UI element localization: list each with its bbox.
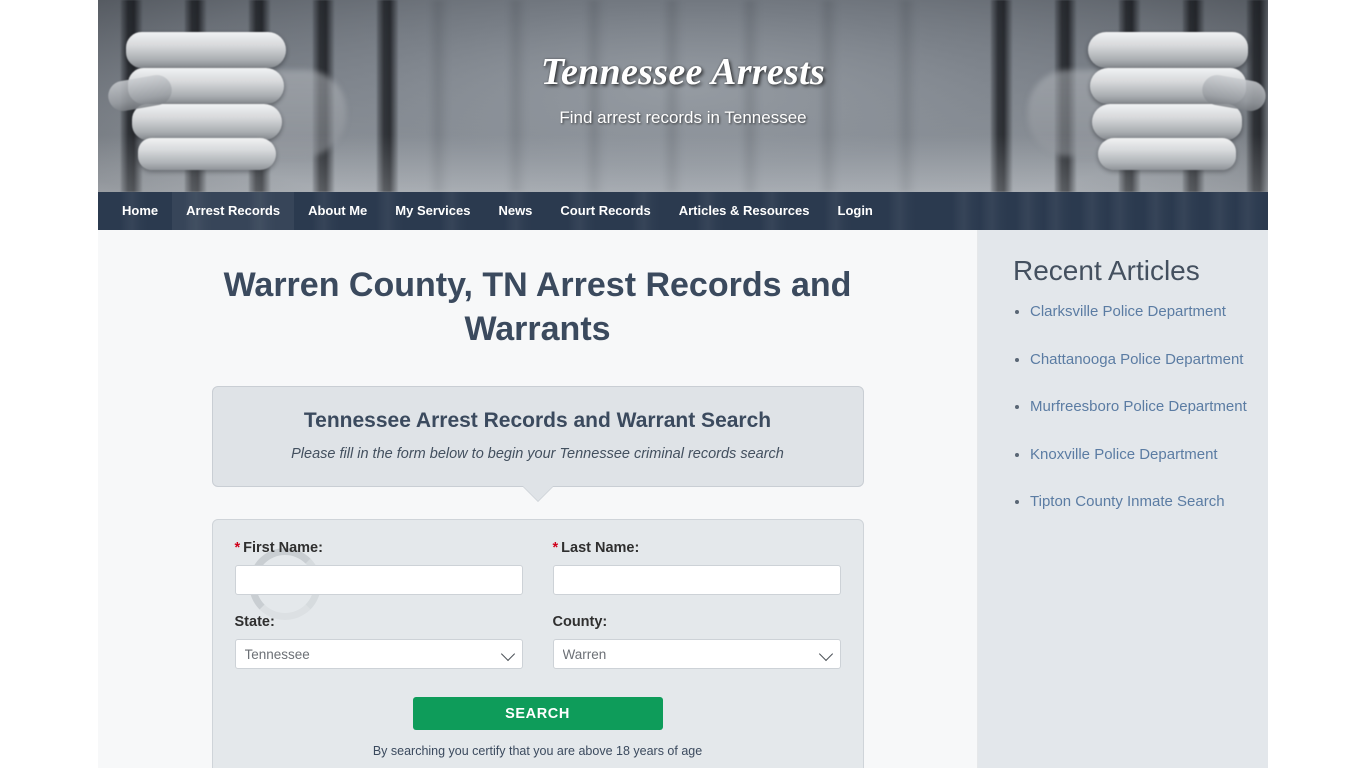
nav-item-arrest-records[interactable]: Arrest Records [172, 192, 295, 230]
arrest-search-form: * First Name: * Last Name: State: Tennes… [211, 519, 864, 768]
county-field-group: County: [552, 614, 841, 670]
state-field-group: State: [234, 614, 523, 670]
required-asterisk-icon: * [552, 540, 559, 557]
site-banner: Tennessee Arrests Find arrest records in… [98, 0, 1268, 192]
nav-item-login[interactable]: Login [824, 192, 887, 230]
nav-item-about-me[interactable]: About Me [294, 192, 381, 230]
last-name-label: * Last Name: [553, 540, 841, 556]
search-button[interactable]: SEARCH [412, 697, 663, 731]
nav-item-my-services[interactable]: My Services [381, 192, 484, 230]
site-container: Tennessee Arrests Find arrest records in… [98, 0, 1268, 768]
first-name-label-text: First Name: [243, 540, 323, 557]
first-name-input[interactable] [234, 565, 523, 596]
recent-articles-list: Clarksville Police Department Chattanoog… [978, 301, 1268, 513]
sidebar-link-tipton-county-inmate-search[interactable]: Tipton County Inmate Search [1030, 493, 1225, 510]
site-tagline: Find arrest records in Tennessee [559, 108, 807, 127]
callout-subtitle: Please fill in the form below to begin y… [291, 446, 784, 463]
search-button-wrap: SEARCH [235, 697, 841, 731]
list-item: Clarksville Police Department [1030, 301, 1254, 323]
state-select[interactable] [234, 639, 523, 670]
sidebar-title: Recent Articles [1013, 255, 1200, 286]
age-disclaimer: By searching you certify that you are ab… [372, 744, 703, 759]
list-item: Tipton County Inmate Search [1030, 491, 1254, 513]
form-row-names: * First Name: * Last Name: [234, 540, 841, 596]
last-name-input[interactable] [552, 565, 841, 596]
list-item: Knoxville Police Department [1030, 444, 1254, 466]
content-wrapper: Warren County, TN Arrest Records and War… [98, 230, 1268, 768]
state-select-wrap [234, 639, 523, 670]
sidebar-link-chattanooga-police-department[interactable]: Chattanooga Police Department [1030, 351, 1243, 368]
sidebar-link-clarksville-police-department[interactable]: Clarksville Police Department [1030, 303, 1226, 320]
nav-item-home[interactable]: Home [108, 192, 172, 230]
first-name-field-group: * First Name: [234, 540, 523, 596]
nav-item-court-records[interactable]: Court Records [546, 192, 664, 230]
form-row-location: State: County: [234, 614, 841, 670]
nav-item-articles-resources[interactable]: Articles & Resources [665, 192, 824, 230]
page-title: Warren County, TN Arrest Records and War… [223, 266, 852, 348]
main-navigation: Home Arrest Records About Me My Services… [98, 192, 1268, 230]
banner-text-block: Tennessee Arrests Find arrest records in… [98, 50, 1268, 128]
county-select-wrap [552, 639, 841, 670]
callout-title: Tennessee Arrest Records and Warrant Sea… [303, 409, 772, 433]
list-item: Murfreesboro Police Department [1030, 396, 1254, 418]
nav-item-news[interactable]: News [484, 192, 546, 230]
county-select[interactable] [552, 639, 841, 670]
sidebar: Recent Articles Clarksville Police Depar… [978, 230, 1268, 768]
state-label: State: [234, 614, 275, 631]
page-root: Tennessee Arrests Find arrest records in… [0, 0, 1366, 768]
site-title: Tennessee Arrests [540, 51, 826, 93]
sidebar-link-knoxville-police-department[interactable]: Knoxville Police Department [1030, 446, 1218, 463]
required-asterisk-icon: * [234, 540, 241, 557]
main-column: Warren County, TN Arrest Records and War… [98, 230, 978, 768]
list-item: Chattanooga Police Department [1030, 349, 1254, 371]
nav-list: Home Arrest Records About Me My Services… [98, 192, 1268, 230]
first-name-label: * First Name: [235, 540, 523, 556]
last-name-label-text: Last Name: [561, 540, 640, 557]
sidebar-link-murfreesboro-police-department[interactable]: Murfreesboro Police Department [1030, 398, 1247, 415]
search-callout-box: Tennessee Arrest Records and Warrant Sea… [211, 386, 864, 502]
county-label: County: [552, 614, 608, 631]
callout-arrow-icon [522, 486, 553, 502]
last-name-field-group: * Last Name: [552, 540, 841, 596]
